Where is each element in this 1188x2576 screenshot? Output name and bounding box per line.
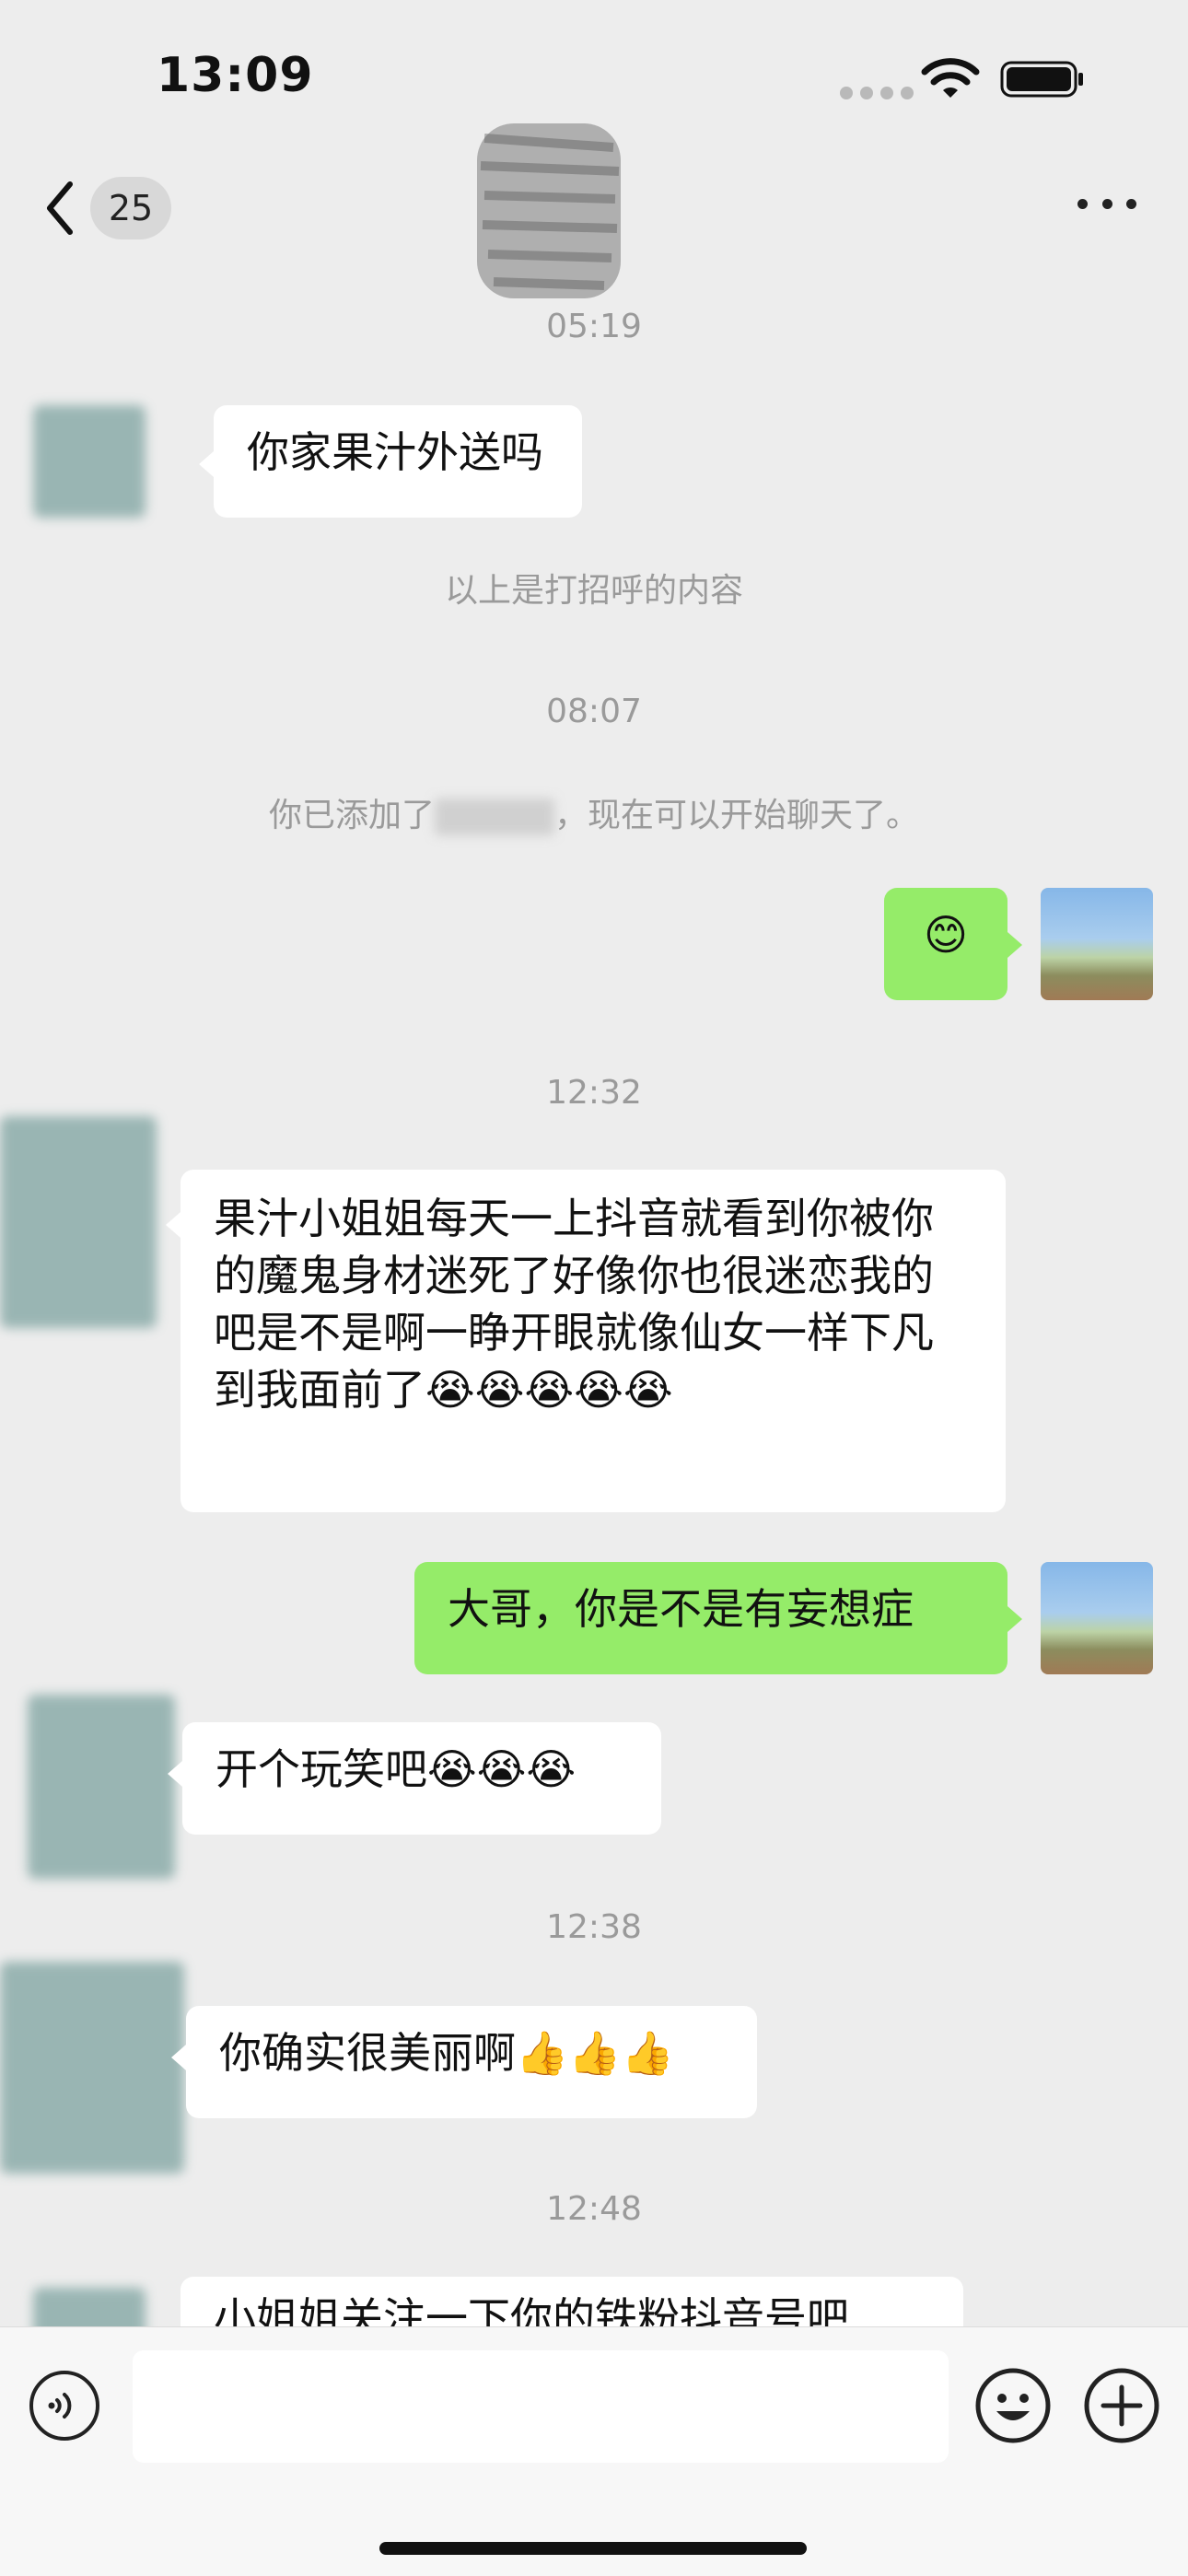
contact-avatar[interactable] xyxy=(28,1695,175,1879)
contact-name-redacted xyxy=(477,123,621,298)
my-avatar[interactable] xyxy=(1041,1562,1153,1674)
friend-added-note: 你已添加了 ，现在可以开始聊天了。 xyxy=(0,788,1188,836)
more-options-icon[interactable] xyxy=(1077,199,1136,217)
contact-avatar[interactable] xyxy=(0,1116,157,1328)
timestamp: 12:38 xyxy=(546,1908,642,1946)
unread-count-badge[interactable]: 25 xyxy=(90,177,171,239)
bubble-tail xyxy=(166,1212,181,1238)
friend-added-prefix: 你已添加了 xyxy=(268,797,435,834)
my-avatar[interactable] xyxy=(1041,888,1153,1000)
timestamp: 12:48 xyxy=(546,2190,642,2228)
back-chevron-icon[interactable] xyxy=(37,175,92,241)
emoji-icon[interactable] xyxy=(974,2367,1052,2444)
contact-avatar[interactable] xyxy=(33,405,146,518)
home-indicator[interactable] xyxy=(379,2542,807,2555)
wifi-icon xyxy=(921,58,980,98)
bubble-tail xyxy=(1007,932,1022,958)
plus-icon[interactable] xyxy=(1083,2367,1160,2444)
battery-icon xyxy=(1000,61,1083,98)
timestamp: 05:19 xyxy=(546,308,642,345)
message-bubble-incoming[interactable]: 你确实很美丽啊👍👍👍 xyxy=(186,2006,757,2118)
greeting-note: 以上是打招呼的内容 xyxy=(444,572,743,610)
status-time: 13:09 xyxy=(157,48,314,103)
contact-avatar[interactable] xyxy=(0,1962,184,2174)
voice-icon[interactable] xyxy=(28,2369,101,2442)
cellular-signal-icon xyxy=(840,87,914,99)
friend-added-suffix: ，现在可以开始聊天了。 xyxy=(554,797,920,834)
bubble-tail xyxy=(1007,1606,1022,1632)
message-bubble-incoming[interactable]: 你家果汁外送吗 xyxy=(214,405,582,518)
timestamp: 08:07 xyxy=(546,693,642,730)
bubble-tail xyxy=(171,2045,186,2070)
bubble-tail xyxy=(168,1761,182,1787)
message-bubble-outgoing[interactable]: 大哥，你是不是有妄想症 xyxy=(414,1562,1007,1674)
bubble-tail xyxy=(199,451,214,477)
message-bubble-incoming[interactable]: 果汁小姐姐每天一上抖音就看到你被你的魔鬼身材迷死了好像你也很迷恋我的吧是不是啊一… xyxy=(181,1170,1006,1512)
message-bubble-outgoing[interactable]: 😊 xyxy=(884,888,1007,1000)
timestamp: 12:32 xyxy=(546,1074,642,1112)
redacted-name xyxy=(435,798,554,835)
message-bubble-incoming[interactable]: 开个玩笑吧😭😭😭 xyxy=(182,1722,661,1835)
message-input[interactable] xyxy=(133,2350,949,2463)
